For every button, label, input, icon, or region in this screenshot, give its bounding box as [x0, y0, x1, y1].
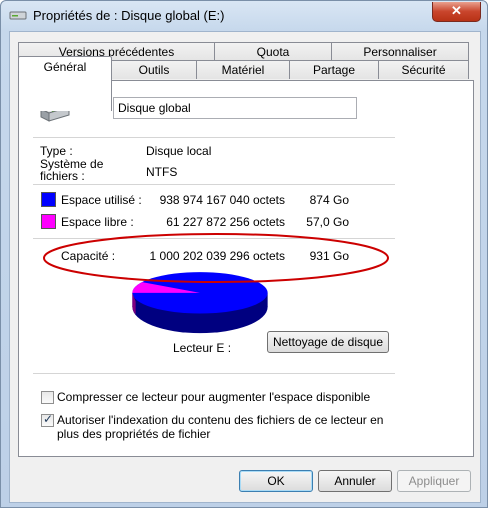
- separator: [33, 137, 395, 138]
- tab-materiel[interactable]: Matériel: [196, 60, 290, 79]
- tab-quota[interactable]: Quota: [214, 42, 332, 61]
- type-label: Type :: [40, 144, 73, 158]
- index-label: Autoriser l'indexation du contenu des fi…: [57, 413, 384, 441]
- drive-icon: [9, 11, 27, 20]
- properties-window: Propriétés de : Disque global (E:) ✕ Ver…: [0, 0, 488, 508]
- separator: [33, 373, 395, 374]
- drive-letter-label: Lecteur E :: [173, 341, 232, 355]
- tab-personnaliser[interactable]: Personnaliser: [331, 42, 469, 61]
- free-space-label: Espace libre :: [61, 215, 134, 229]
- tab-partage[interactable]: Partage: [289, 60, 379, 79]
- used-space-label: Espace utilisé :: [61, 193, 142, 207]
- window-title: Propriétés de : Disque global (E:): [33, 8, 225, 23]
- tab-general[interactable]: Général: [18, 56, 112, 111]
- filesystem-label: Système de fichiers :: [40, 157, 104, 183]
- filesystem-value: NTFS: [146, 165, 178, 179]
- separator: [33, 184, 395, 185]
- ok-button[interactable]: OK: [239, 470, 313, 492]
- disk-cleanup-button[interactable]: Nettoyage de disque: [267, 331, 389, 353]
- cancel-button[interactable]: Annuler: [318, 470, 392, 492]
- used-space-bytes: 938 974 167 040 octets: [159, 193, 285, 207]
- free-space-swatch: [41, 214, 56, 229]
- used-space-swatch: [41, 192, 56, 207]
- used-space-size: 874 Go: [309, 193, 349, 207]
- free-space-size: 57,0 Go: [306, 215, 349, 229]
- compress-checkbox[interactable]: [41, 391, 54, 404]
- free-space-bytes: 61 227 872 256 octets: [166, 215, 285, 229]
- compress-label: Compresser ce lecteur pour augmenter l'e…: [57, 390, 371, 404]
- annotation-ellipse: [43, 233, 389, 283]
- apply-button[interactable]: Appliquer: [397, 470, 471, 492]
- checkmark-icon: ✓: [43, 412, 54, 426]
- close-button[interactable]: ✕: [432, 2, 481, 22]
- type-value: Disque local: [146, 144, 212, 158]
- tab-outils[interactable]: Outils: [111, 60, 197, 79]
- index-checkbox[interactable]: ✓: [41, 412, 54, 427]
- dialog-body: Versions précédentes Quota Personnaliser…: [9, 31, 481, 503]
- tab-securite[interactable]: Sécurité: [378, 60, 469, 79]
- volume-name-input[interactable]: [113, 97, 357, 119]
- title-bar[interactable]: Propriétés de : Disque global (E:) ✕: [1, 1, 487, 31]
